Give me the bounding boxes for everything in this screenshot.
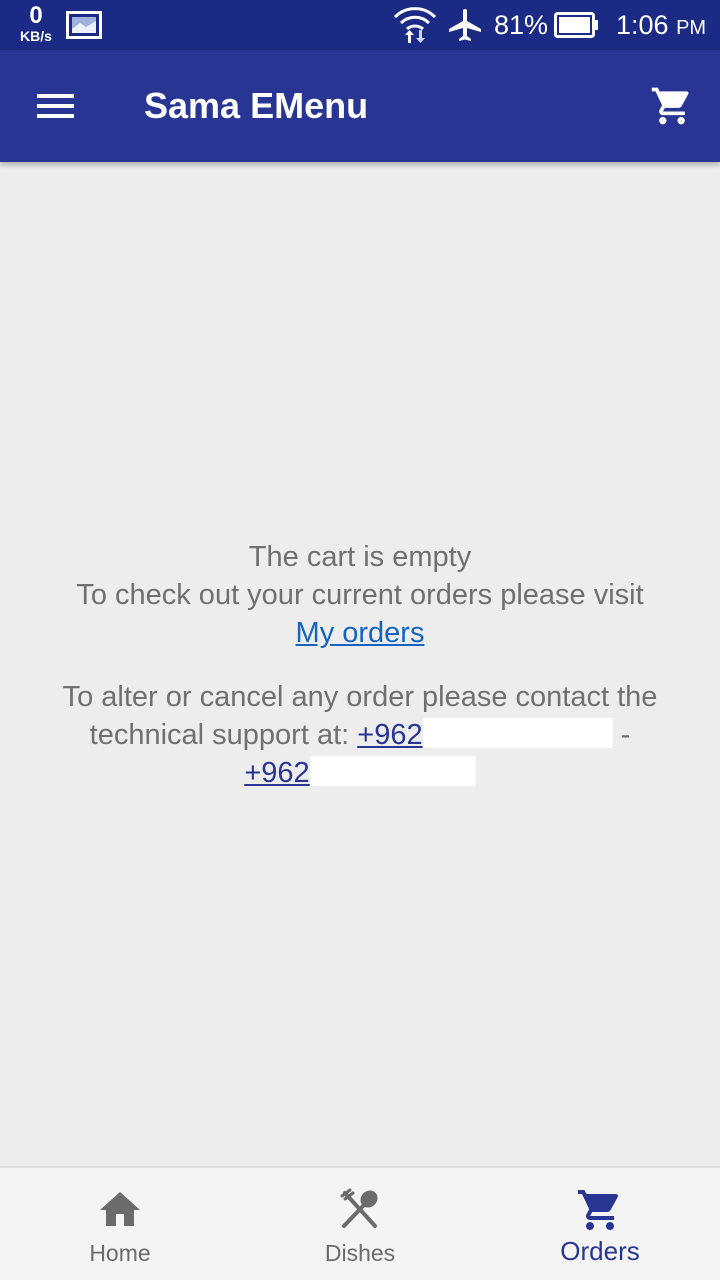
- cart-icon: [578, 1190, 619, 1230]
- nav-label-home: Home: [89, 1240, 151, 1266]
- menu-button[interactable]: [22, 76, 90, 136]
- network-speed: 0 KB/s: [14, 2, 58, 44]
- support-phone-link-2[interactable]: +962: [244, 754, 476, 792]
- nav-item-home[interactable]: Home: [0, 1168, 240, 1280]
- nav-label-dishes: Dishes: [324, 1240, 396, 1266]
- clock-time: 1:06: [616, 10, 669, 40]
- empty-cart-message: The cart is empty: [248, 541, 472, 573]
- dishes-icon: [340, 1188, 378, 1228]
- screen: 0 KB/s 81% 1:06 PM Sama EMenu The cart i…: [0, 0, 720, 1280]
- nav-label-orders: Orders: [560, 1236, 640, 1266]
- network-speed-unit: KB/s: [20, 28, 52, 44]
- redacted-phone-digits: [422, 718, 613, 748]
- cart-button[interactable]: [640, 76, 704, 136]
- bottom-navigation: Home Dishes Orders: [0, 1166, 720, 1280]
- empty-cart-message-block: The cart is empty To check out your curr…: [20, 538, 700, 652]
- my-orders-link[interactable]: My orders: [296, 617, 425, 649]
- nav-item-dishes[interactable]: Dishes: [240, 1168, 480, 1280]
- network-speed-value: 0: [29, 2, 43, 29]
- clock: 1:06 PM: [616, 9, 706, 44]
- airplane-mode-icon: [449, 9, 481, 41]
- status-bar: 0 KB/s 81% 1:06 PM: [0, 0, 720, 50]
- support-message-block: To alter or cancel any order please cont…: [20, 678, 700, 792]
- hamburger-menu-icon: [37, 94, 74, 118]
- redacted-phone-digits: [309, 756, 476, 786]
- wifi-icon: [393, 7, 437, 43]
- phone-separator: -: [620, 719, 631, 751]
- orders-prompt: To check out your current orders please …: [76, 579, 644, 611]
- cart-content: The cart is empty To check out your curr…: [0, 162, 720, 1166]
- support-phone-2-visible: +962: [244, 757, 310, 789]
- app-bar: Sama EMenu: [0, 50, 720, 162]
- cart-icon: [651, 87, 689, 125]
- support-text-line1: To alter or cancel any order please cont…: [62, 681, 658, 713]
- support-text-prefix: technical support at:: [89, 719, 350, 751]
- support-phone-1-visible: +962: [357, 719, 423, 751]
- support-phone-link-1[interactable]: +962: [357, 716, 613, 754]
- gallery-notification-icon: [66, 11, 102, 39]
- battery-percent: 81%: [494, 10, 549, 40]
- app-title: Sama EMenu: [144, 85, 369, 126]
- home-icon: [100, 1192, 140, 1226]
- nav-item-orders[interactable]: Orders: [480, 1168, 720, 1280]
- battery-icon: [554, 12, 598, 38]
- clock-suffix: PM: [676, 17, 707, 39]
